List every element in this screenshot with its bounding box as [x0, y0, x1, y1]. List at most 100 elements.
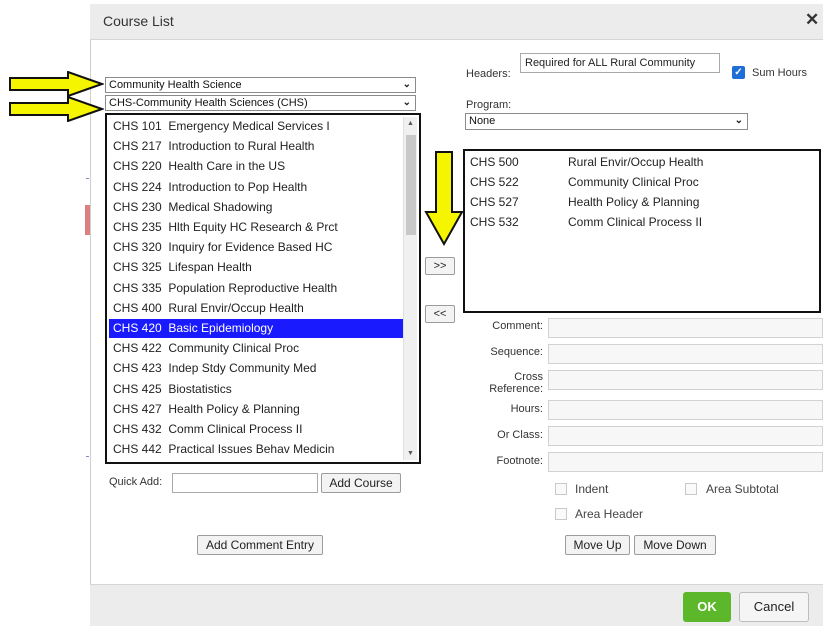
hours-label: Hours:: [510, 403, 543, 415]
subject-select[interactable]: CHS-Community Health Sciences (CHS) ⌄: [105, 95, 416, 111]
course-title: Biostatistics: [168, 381, 232, 396]
course-title: Health Policy & Planning: [568, 195, 700, 209]
selected-courses-listbox[interactable]: CHS 500 Rural Envir/Occup Health CHS 522 Co…: [463, 149, 821, 313]
move-up-button[interactable]: Move Up: [565, 535, 630, 555]
cancel-button[interactable]: Cancel: [739, 592, 809, 622]
course-list-item[interactable]: CHS 425 Biostatistics: [109, 380, 405, 399]
course-title: Comm Clinical Process II: [168, 422, 303, 436]
indent-label: Indent: [575, 482, 609, 496]
scrollbar-thumb[interactable]: [406, 135, 416, 235]
course-list-item[interactable]: CHS 224 Introduction to Pop Health: [109, 178, 405, 197]
course-code: CHS 224: [113, 179, 162, 194]
program-select-value: None: [469, 115, 496, 127]
course-title: Basic Epidemiology: [168, 321, 274, 335]
selected-course-item[interactable]: CHS 527 Health Policy & Planning: [470, 193, 699, 212]
chevron-down-icon: ⌄: [734, 115, 743, 126]
course-title: Health Policy & Planning: [168, 401, 300, 416]
course-title: Medical Shadowing: [168, 199, 273, 214]
course-title: Health Care in the US: [168, 159, 286, 174]
indent-checkbox[interactable]: [555, 483, 567, 495]
course-list-item[interactable]: CHS 220 Health Care in the US: [109, 157, 405, 176]
remove-from-list-button[interactable]: <<: [425, 305, 455, 323]
course-list-item[interactable]: CHS 423 Indep Stdy Community Med: [109, 359, 405, 378]
course-list-item[interactable]: CHS 422 Community Clinical Proc: [109, 339, 405, 358]
or-class-input[interactable]: [548, 426, 823, 446]
course-list-item[interactable]: CHS 427 Health Policy & Planning: [109, 400, 405, 419]
course-title: Practical Issues Behav Medicin: [168, 442, 335, 457]
course-title: Indep Stdy Community Med: [168, 361, 317, 376]
selected-course-item[interactable]: CHS 522 Community Clinical Proc: [470, 173, 699, 192]
course-list-item[interactable]: CHS 400 Rural Envir/Occup Health: [109, 299, 405, 318]
quick-add-label: Quick Add:: [109, 476, 163, 488]
course-list-item[interactable]: CHS 235 Hlth Equity HC Research & Prct: [109, 218, 405, 237]
course-code: CHS 427: [113, 401, 162, 416]
annotation-arrow-down-icon: [424, 151, 464, 246]
dialog-titlebar[interactable]: [90, 4, 823, 40]
quick-add-input[interactable]: [172, 473, 318, 493]
footnote-input[interactable]: [548, 452, 823, 472]
annotation-arrow-right-icon: [9, 96, 104, 122]
chevron-down-icon: ⌄: [402, 97, 411, 108]
scroll-down-icon[interactable]: ▼: [407, 450, 414, 457]
course-list-item[interactable]: CHS 335 Population Reproductive Health: [109, 279, 405, 298]
course-code: CHS 420: [113, 321, 162, 335]
course-title: Introduction to Rural Health: [168, 139, 315, 154]
course-code: CHS 400: [113, 300, 162, 315]
cross-reference-label-line2: Reference:: [489, 383, 543, 395]
course-list-item[interactable]: CHS 420 Basic Epidemiology: [109, 319, 405, 338]
cross-reference-input[interactable]: [548, 370, 823, 390]
course-code: CHS 320: [113, 240, 162, 255]
add-course-button[interactable]: Add Course: [321, 473, 401, 493]
course-list-item[interactable]: CHS 320 Inquiry for Evidence Based HC: [109, 238, 405, 257]
course-title: Emergency Medical Services I: [168, 119, 330, 133]
course-code: CHS 522: [470, 175, 519, 189]
subject-select-value: CHS-Community Health Sciences (CHS): [109, 97, 308, 109]
scrollbar[interactable]: ▲ ▼: [403, 117, 417, 460]
course-title: Hlth Equity HC Research & Prct: [168, 220, 338, 234]
available-courses-listbox[interactable]: CHS 101 Emergency Medical Services I CHS …: [105, 113, 421, 464]
course-list-item[interactable]: CHS 230 Medical Shadowing: [109, 198, 405, 217]
course-list-item[interactable]: CHS 325 Lifespan Health: [109, 258, 405, 277]
or-class-label: Or Class:: [497, 429, 543, 441]
course-list-item[interactable]: CHS 432 Comm Clinical Process II: [109, 420, 405, 439]
course-title: Rural Envir/Occup Health: [568, 155, 704, 169]
move-down-button[interactable]: Move Down: [634, 535, 716, 555]
annotation-arrow-right-icon: [9, 71, 104, 97]
close-icon[interactable]: ✕: [805, 10, 819, 30]
comment-input[interactable]: [548, 318, 823, 338]
hours-input[interactable]: [548, 400, 823, 420]
course-title: Lifespan Health: [168, 260, 252, 275]
course-list-item[interactable]: CHS 217 Introduction to Rural Health: [109, 137, 405, 156]
area-subtotal-checkbox[interactable]: [685, 483, 697, 495]
sum-hours-label: Sum Hours: [752, 67, 808, 79]
area-subtotal-label: Area Subtotal: [706, 482, 779, 496]
ok-button[interactable]: OK: [683, 592, 731, 622]
course-code: CHS 422: [113, 341, 162, 356]
course-title: Rural Envir/Occup Health: [168, 300, 304, 315]
selected-course-item[interactable]: CHS 500 Rural Envir/Occup Health: [470, 153, 703, 172]
course-code: CHS 217: [113, 139, 162, 154]
sequence-label: Sequence:: [490, 346, 543, 358]
sequence-input[interactable]: [548, 344, 823, 364]
area-header-checkbox[interactable]: [555, 508, 567, 520]
department-select[interactable]: Community Health Science ⌄: [105, 77, 416, 93]
background-mark: [86, 178, 89, 179]
headers-input[interactable]: Required for ALL Rural Community: [520, 53, 720, 73]
sum-hours-checkbox[interactable]: ✓: [732, 66, 745, 79]
course-code: CHS 423: [113, 361, 162, 376]
course-code: CHS 532: [470, 215, 519, 229]
course-title: Introduction to Pop Health: [168, 179, 308, 194]
course-title: Inquiry for Evidence Based HC: [168, 240, 333, 255]
add-comment-entry-button[interactable]: Add Comment Entry: [197, 535, 323, 555]
selected-course-item[interactable]: CHS 532 Comm Clinical Process II: [470, 213, 702, 232]
scroll-up-icon[interactable]: ▲: [407, 120, 414, 127]
add-to-list-button[interactable]: >>: [425, 257, 455, 275]
cross-reference-label-line1: Cross: [514, 371, 543, 383]
footnote-label: Footnote:: [496, 455, 543, 467]
program-select[interactable]: None ⌄: [465, 113, 748, 130]
course-code: CHS 235: [113, 220, 162, 234]
course-list-item[interactable]: CHS 101 Emergency Medical Services I: [109, 117, 405, 136]
course-title: Community Clinical Proc: [568, 175, 699, 189]
course-code: CHS 220: [113, 159, 162, 174]
course-list-item[interactable]: CHS 442 Practical Issues Behav Medicin: [109, 440, 405, 459]
